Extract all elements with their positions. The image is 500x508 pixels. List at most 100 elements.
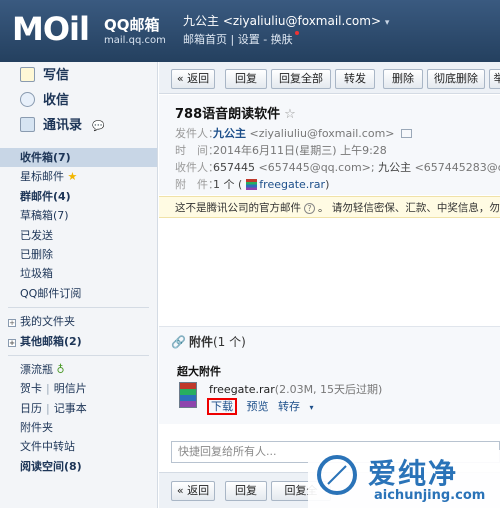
help-icon[interactable]: ?	[304, 203, 315, 214]
link-mail-home[interactable]: 邮箱首页	[183, 33, 227, 46]
link-skin[interactable]: 换肤	[271, 33, 293, 46]
super-attachment-title: 超大附件	[177, 365, 221, 378]
sidebar-item-attachments[interactable]: 附件夹	[0, 418, 157, 437]
mail-toolbar: « 返回 回复 回复全部 转发 删除 彻底删除 举	[159, 62, 500, 94]
sidebar-item-cards: 贺卡 | 明信片	[0, 379, 157, 398]
preview-link[interactable]: 预览	[247, 400, 269, 413]
attachment-close: )	[325, 178, 330, 191]
delete-forever-button[interactable]: 彻底删除	[427, 69, 485, 89]
watermark-logo-icon	[317, 455, 357, 495]
to-address-2: <657445283@qq.c	[414, 161, 500, 174]
calendar-link[interactable]: 日历	[20, 402, 42, 415]
sidebar-item-starred[interactable]: 星标邮件 ★	[0, 167, 157, 186]
more-button[interactable]: 举	[489, 69, 500, 89]
contact-card-icon[interactable]	[400, 129, 412, 138]
divider	[8, 307, 149, 309]
link-settings[interactable]: 设置	[238, 33, 260, 46]
starred-label: 星标邮件	[20, 170, 64, 184]
file-name: freegate.rar	[209, 383, 275, 396]
my-folders-label: 我的文件夹	[20, 315, 75, 329]
contacts-button[interactable]: 通讯录 💬	[20, 116, 104, 136]
from-address: <ziyaliuliu@foxmail.com>	[246, 127, 395, 140]
inbox-icon	[20, 92, 35, 107]
time-label: 时 间：	[175, 144, 219, 157]
from-name[interactable]: 九公主	[213, 127, 246, 140]
pipe-sep: |	[46, 382, 50, 396]
mail-view: « 返回 回复 回复全部 转发 删除 彻底删除 举 788语音朗读软件 ☆ 发件人…	[159, 62, 500, 508]
bottle-icon: ♁	[56, 362, 65, 376]
to-address-1: <657445@qq.com>;	[255, 161, 379, 174]
meta-to: 收件人：657445 <657445@qq.com>; 九公主 <6574452…	[175, 159, 500, 175]
paperclip-icon: 🔗	[171, 335, 186, 349]
compose-label: 写信	[43, 68, 70, 83]
compose-button[interactable]: 写信	[20, 66, 69, 86]
postcard-link[interactable]: 明信片	[54, 382, 87, 395]
watermark-title: 爱纯净	[368, 457, 459, 490]
reply-button[interactable]: 回复	[225, 69, 267, 89]
logo-cn: QQ邮箱	[104, 16, 160, 34]
attachment-count: 1 个 (	[213, 178, 243, 191]
sidebar-item-reading[interactable]: 阅读空间(8)	[0, 457, 157, 476]
reply-button[interactable]: 回复	[225, 481, 267, 501]
logo-text: MOil	[12, 10, 90, 48]
sidebar-item-groups[interactable]: 群邮件(4)	[0, 187, 157, 206]
folder-list: 收件箱(7) 星标邮件 ★ 群邮件(4) 草稿箱(7) 已发送 已删除 垃圾箱 …	[0, 148, 157, 476]
star-outline-icon[interactable]: ☆	[284, 107, 296, 122]
back-button[interactable]: « 返回	[171, 69, 215, 89]
user-account[interactable]: 九公主 <ziyaliuliu@foxmail.com> ▾	[183, 12, 389, 29]
address-book-icon	[20, 117, 35, 132]
rar-file-icon	[246, 179, 258, 190]
card-link[interactable]: 贺卡	[20, 382, 42, 395]
divider	[8, 354, 149, 356]
expand-icon[interactable]: +	[8, 338, 16, 347]
sidebar-item-sent[interactable]: 已发送	[0, 226, 157, 245]
meta-from: 发件人：九公主 <ziyaliuliu@foxmail.com>	[175, 125, 412, 141]
user-name: 九公主 <ziyaliuliu@foxmail.com>	[183, 14, 382, 28]
save-to-link[interactable]: 转存 ▾	[278, 400, 320, 413]
to-name-2[interactable]: 九公主	[378, 161, 411, 174]
link-sep: -	[259, 33, 271, 46]
to-name-1[interactable]: 657445	[213, 161, 255, 174]
attachment-link[interactable]: freegate.rar	[259, 178, 325, 191]
meta-time: 时 间：2014年6月11日(星期三) 上午9:28	[175, 142, 387, 158]
sidebar-item-other-mailbox[interactable]: + 其他邮箱(2)	[0, 332, 157, 351]
from-label: 发件人：	[175, 127, 219, 140]
attachment-label: 附 件：	[175, 178, 219, 191]
sidebar-item-spam[interactable]: 垃圾箱	[0, 264, 157, 283]
sidebar-item-drafts[interactable]: 草稿箱(7)	[0, 206, 157, 225]
sidebar-item-transfer[interactable]: 文件中转站	[0, 437, 157, 456]
header-links: 邮箱首页 | 设置 - 换肤	[183, 31, 299, 47]
link-sep: |	[227, 33, 238, 46]
to-label: 收件人：	[175, 161, 219, 174]
attachment-title-text: 附件	[188, 335, 213, 349]
attachment-file: freegate.rar(2.03M, 15天后过期)	[209, 381, 382, 397]
chevron-down-icon: ▾	[309, 403, 314, 412]
sidebar-item-inbox[interactable]: 收件箱(7)	[0, 148, 157, 168]
mail-header: 788语音朗读软件 ☆ 发件人：九公主 <ziyaliuliu@foxmail.c…	[159, 95, 500, 195]
other-mailbox-label: 其他邮箱(2)	[20, 334, 82, 348]
forward-button[interactable]: 转发	[335, 69, 375, 89]
sidebar-item-subscribe[interactable]: QQ邮件订阅	[0, 284, 157, 303]
reply-all-button[interactable]: 回复全部	[271, 69, 331, 89]
sidebar-item-deleted[interactable]: 已删除	[0, 245, 157, 264]
watermark-url: aichunjing.com	[374, 488, 486, 503]
sidebar: 写信 收信 通讯录 💬 收件箱(7) 星标邮件 ★ 群邮件(4) 草稿箱(7) 已…	[0, 62, 158, 508]
subject-text: 788语音朗读软件	[175, 107, 281, 122]
qq-mail-logo[interactable]: MOil QQ邮箱 mail.qq.com	[12, 8, 166, 54]
chevron-down-icon[interactable]: ▾	[385, 18, 390, 28]
logo-url: mail.qq.com	[104, 35, 166, 46]
star-icon: ★	[67, 170, 78, 184]
download-link[interactable]: 下载	[207, 398, 237, 415]
delete-button[interactable]: 删除	[383, 69, 423, 89]
sidebar-item-my-folders[interactable]: + 我的文件夹	[0, 312, 157, 331]
sidebar-item-drift-bottle[interactable]: 漂流瓶 ♁	[0, 360, 157, 379]
file-info: (2.03M, 15天后过期)	[274, 383, 383, 396]
save-label: 转存	[278, 400, 300, 413]
attachment-section-title: 🔗 附件(1 个)	[171, 333, 246, 350]
expand-icon[interactable]: +	[8, 319, 16, 328]
notes-link[interactable]: 记事本	[54, 402, 87, 415]
file-actions: 下载 预览 转存 ▾	[207, 398, 326, 415]
chat-bubble-icon[interactable]: 💬	[92, 117, 104, 137]
back-button[interactable]: « 返回	[171, 481, 215, 501]
receive-button[interactable]: 收信	[20, 91, 69, 111]
